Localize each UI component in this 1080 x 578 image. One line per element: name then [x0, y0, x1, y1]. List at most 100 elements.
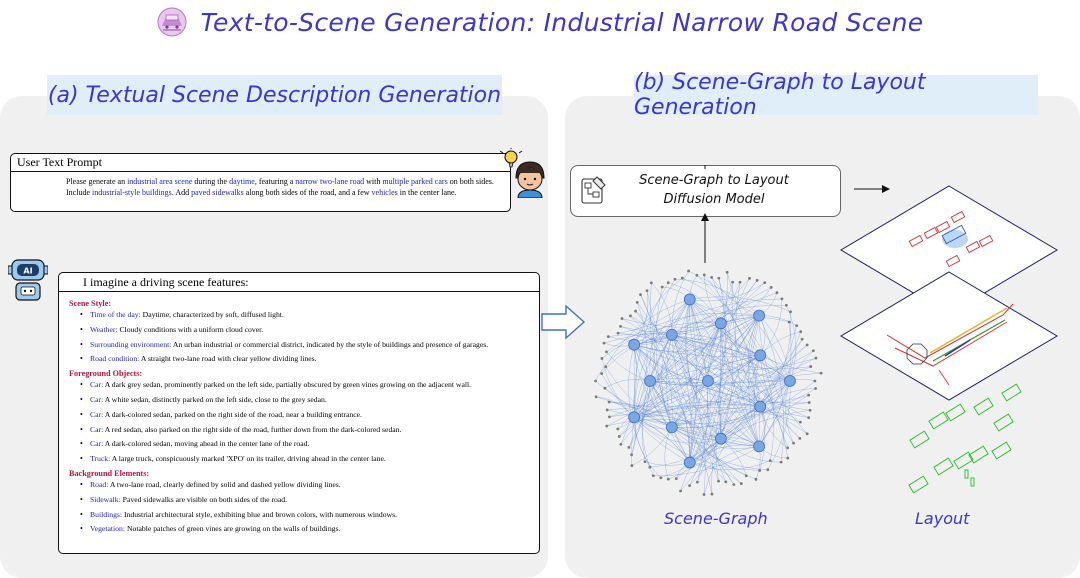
graph-leaf-node	[799, 330, 803, 334]
graph-leaf-node	[659, 476, 663, 480]
graph-leaf-node	[748, 276, 751, 280]
prompt-text: , featuring a	[254, 177, 296, 186]
item-text: Daytime, characterized by soft, diffused…	[140, 310, 284, 319]
graph-hub-node	[753, 440, 766, 453]
graph-leaf-node	[687, 269, 690, 273]
graph-leaf-node	[674, 477, 678, 481]
graph-leaf-node	[620, 317, 624, 320]
arrow-right-icon	[541, 304, 586, 340]
scene-description-title: I imagine a driving scene features:	[59, 273, 539, 292]
item-text: A straight two-lane road with clear yell…	[139, 354, 317, 364]
item-text: Paved sidewalks are visible on both side…	[120, 494, 288, 504]
graph-edge	[785, 380, 794, 444]
list-item: Weather: Cloudy conditions with a unifor…	[80, 324, 539, 334]
graph-leaf-node	[792, 441, 795, 445]
item-key: Car:	[90, 394, 104, 404]
graph-leaf-node	[809, 365, 813, 368]
layout-car-box	[933, 457, 954, 476]
robot-icon: AI	[8, 259, 48, 301]
user-prompt-title: User Text Prompt	[11, 154, 510, 172]
graph-leaf-node	[594, 379, 598, 383]
graph-leaf-node	[604, 365, 608, 369]
graph-leaf-node	[798, 436, 802, 440]
graph-leaf-node	[607, 400, 611, 404]
item-key: Vegetation:	[90, 524, 126, 534]
graph-leaf-node	[717, 276, 721, 280]
section-heading: Scene Style:	[69, 299, 112, 308]
graph-leaf-node	[754, 477, 758, 481]
prompt-text: with	[364, 177, 383, 186]
graph-edge	[720, 438, 747, 476]
graph-hub-node	[683, 456, 696, 469]
graph-leaf-node	[755, 278, 759, 282]
graph-leaf-node	[702, 273, 706, 277]
title-bar: Text-to-Scene Generation: Industrial Nar…	[0, 0, 1080, 44]
graph-leaf-node	[814, 356, 818, 360]
graph-leaf-node	[739, 482, 743, 485]
graph-leaf-node	[679, 489, 682, 493]
graph-hub-node	[715, 317, 727, 330]
layout-car-box	[909, 430, 930, 449]
list-item: Car: A dark-colored sedan, parked on the…	[80, 409, 539, 419]
graph-hub-node	[644, 375, 656, 387]
item-text: Notable patches of green vines are growi…	[125, 524, 341, 534]
graph-leaf-node	[608, 415, 611, 419]
graph-leaf-node	[695, 273, 699, 277]
scene-description-box: I imagine a driving scene features: Scen…	[58, 272, 540, 554]
graph-leaf-node	[787, 320, 791, 324]
item-text: A dark-colored sedan, parked on the righ…	[103, 409, 362, 419]
graph-hub-node	[628, 411, 641, 424]
panel-a-heading: (a) Textual Scene Description Generation	[47, 75, 502, 115]
graph-leaf-node	[769, 285, 773, 289]
graph-leaf-node	[744, 474, 748, 478]
graph-leaf-node	[724, 480, 728, 484]
student-icon	[500, 148, 545, 198]
graph-leaf-node	[811, 349, 815, 353]
graph-leaf-node	[725, 270, 729, 274]
graph-leaf-node	[807, 401, 811, 404]
graph-leaf-node	[594, 395, 598, 399]
graph-leaf-node	[800, 337, 804, 341]
item-text: An urban industrial or commercial distri…	[171, 339, 489, 349]
graph-leaf-node	[784, 303, 788, 307]
graph-leaf-node	[605, 408, 609, 412]
panel-b-heading: (b) Scene-Graph to Layout Generation	[634, 70, 1038, 120]
prompt-text: Include	[66, 188, 92, 197]
graph-leaf-node	[814, 387, 817, 390]
layout-visual	[840, 185, 1058, 494]
graph-leaf-node	[717, 479, 720, 483]
item-key: Car:	[90, 439, 104, 449]
layout-car-box	[991, 441, 1012, 460]
graph-leaf-node	[673, 277, 677, 281]
graph-leaf-node	[798, 420, 802, 424]
item-key: Surrounding environment:	[90, 339, 172, 349]
graph-leaf-node	[780, 297, 784, 301]
graph-leaf-node	[603, 386, 607, 390]
graph-leaf-node	[630, 453, 633, 457]
graph-leaf-node	[786, 446, 790, 450]
user-prompt-box: User Text Prompt Please generate an indu…	[10, 153, 511, 212]
section-heading: Background Elements:	[69, 468, 150, 478]
prompt-text: Please generate an	[66, 177, 128, 186]
graph-leaf-node	[813, 379, 817, 383]
layout-car-box	[973, 397, 994, 416]
graph-leaf-node	[617, 435, 621, 438]
graph-leaf-node	[605, 350, 608, 354]
graph-leaf-node	[795, 324, 799, 328]
graph-edge	[711, 277, 733, 439]
item-text: Cloudy conditions with a uniform cloud c…	[117, 324, 264, 334]
graph-leaf-node	[619, 324, 622, 328]
list-item: Car: A dark grey sedan, prominently park…	[80, 380, 539, 389]
graph-edge	[760, 388, 816, 407]
graph-leaf-node	[766, 468, 770, 472]
graph-edge	[617, 299, 690, 334]
graph-leaf-node	[702, 493, 706, 496]
layout-car-box	[968, 445, 989, 464]
item-key: Sidewalk:	[90, 494, 121, 504]
list-item: Sidewalk: Paved sidewalks are visible on…	[80, 494, 539, 504]
graph-leaf-node	[648, 465, 652, 469]
layout-pedestrian-box	[970, 477, 975, 487]
diagram-icon	[581, 176, 606, 204]
item-key: Road condition:	[90, 354, 140, 364]
graph-leaf-node	[732, 483, 736, 487]
